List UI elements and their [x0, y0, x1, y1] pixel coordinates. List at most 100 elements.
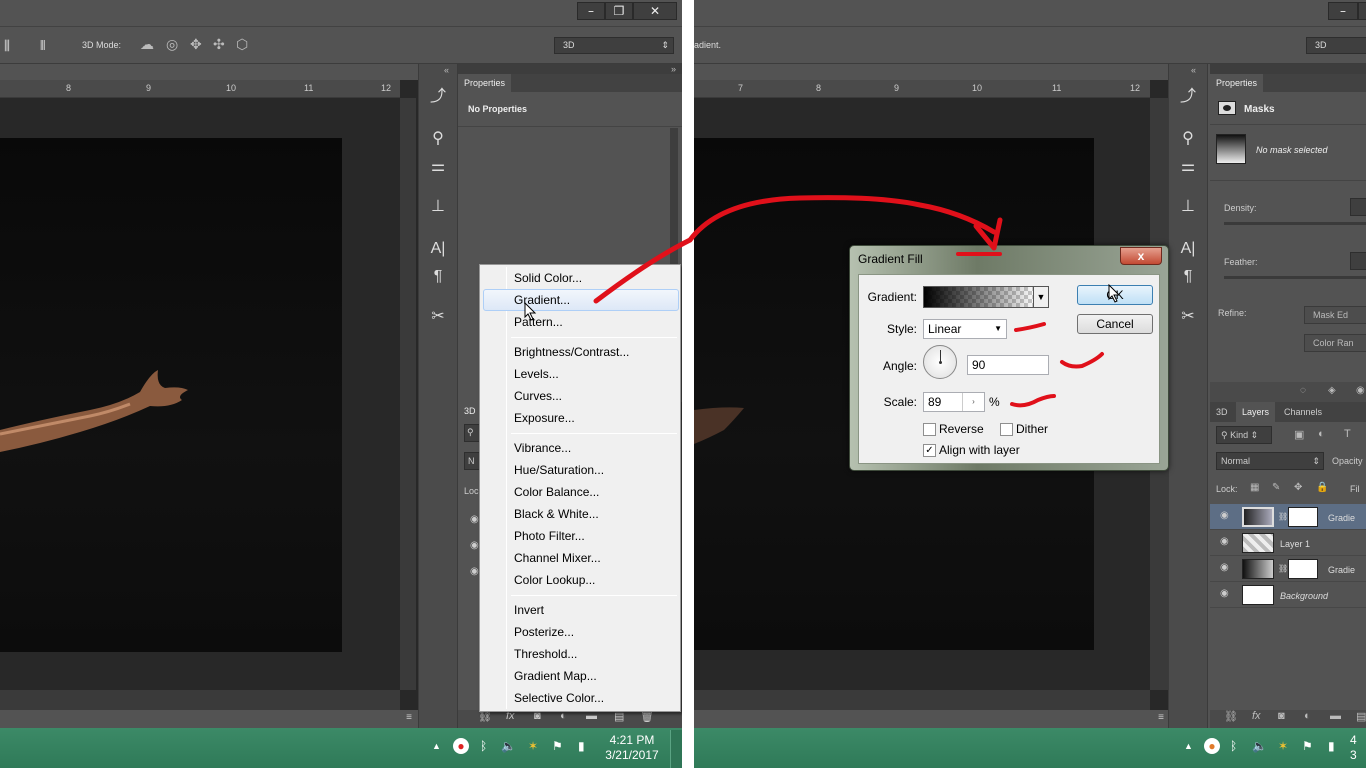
menu-item-curves[interactable]: Curves...	[483, 385, 679, 407]
layer-mask-thumbnail[interactable]	[1288, 559, 1318, 579]
load-selection-icon[interactable]: ◌	[1300, 385, 1306, 396]
visibility-icon[interactable]: ◉	[1356, 385, 1365, 396]
lock-all-icon[interactable]: 🔒	[1316, 482, 1328, 493]
system-clock[interactable]: 4 3	[1350, 733, 1366, 763]
tab-properties[interactable]: Properties	[458, 74, 512, 92]
scale-input[interactable]: 89 ›	[923, 392, 985, 412]
align-icon[interactable]: ⫼	[4, 38, 10, 54]
link-icon[interactable]: ⛓	[1224, 710, 1238, 723]
adjustment-layer-icon[interactable]: ◐	[1304, 710, 1311, 722]
scale-3d-icon[interactable]: ⬡	[236, 36, 248, 53]
pan-3d-icon[interactable]: ✥	[190, 36, 202, 53]
battery-icon[interactable]: ▮	[578, 739, 585, 753]
reverse-checkbox[interactable]	[923, 423, 936, 436]
color-range-button[interactable]: Color Ran	[1304, 334, 1366, 352]
brush-icon[interactable]: ⚲	[1175, 128, 1201, 150]
cancel-button[interactable]: Cancel	[1077, 314, 1153, 334]
minimize-icon[interactable]: –	[1328, 2, 1358, 20]
density-slider[interactable]	[1224, 222, 1366, 225]
horizontal-scrollbar[interactable]	[694, 690, 1150, 710]
eye-icon[interactable]: ◉	[470, 566, 479, 577]
angle-dial[interactable]	[923, 345, 957, 379]
restore-icon[interactable]: ❐	[1358, 2, 1366, 20]
roll-3d-icon[interactable]: ◎	[166, 36, 178, 53]
menu-item-hue-saturation[interactable]: Hue/Saturation...	[483, 459, 679, 481]
chevron-down-icon[interactable]: ▼	[1033, 287, 1048, 307]
clone-source-icon[interactable]: ⊥	[425, 196, 451, 218]
menu-item-color-balance[interactable]: Color Balance...	[483, 481, 679, 503]
tab-3d[interactable]: 3D	[458, 402, 482, 420]
volume-icon[interactable]: 🔈	[1252, 739, 1267, 753]
close-icon[interactable]: x	[1120, 247, 1162, 265]
paragraph-icon[interactable]: ¶	[1175, 266, 1201, 288]
vertical-scrollbar[interactable]	[400, 98, 416, 690]
eye-icon[interactable]: ◉	[1220, 510, 1229, 521]
show-desktop-button[interactable]	[670, 730, 682, 768]
layer-name[interactable]: Gradie	[1328, 565, 1355, 575]
slide-3d-icon[interactable]: ✣	[213, 36, 225, 53]
action-center-flag-icon[interactable]: ⚑	[1302, 739, 1313, 753]
clone-source-icon[interactable]: ⊥	[1175, 196, 1201, 218]
lock-position-icon[interactable]: ✥	[1294, 482, 1302, 493]
menu-item-exposure[interactable]: Exposure...	[483, 407, 679, 429]
align-with-layer-checkbox[interactable]: ✓	[923, 444, 936, 457]
bluetooth-icon[interactable]: ᛒ	[480, 739, 487, 753]
mask-icon[interactable]: ◙	[1278, 710, 1285, 722]
layer-row[interactable]: ◉ Layer 1	[1210, 530, 1366, 556]
horizontal-scrollbar[interactable]	[0, 690, 400, 710]
adjustment-filter-icon[interactable]: ◐	[1318, 428, 1325, 440]
menu-item-gradient-map[interactable]: Gradient Map...	[483, 665, 679, 687]
chain-link-icon[interactable]: ⛓	[1278, 512, 1288, 521]
scale-slider-toggle[interactable]: ›	[962, 393, 984, 411]
record-icon[interactable]: ●	[1204, 738, 1220, 754]
layer-mask-thumbnail[interactable]	[1288, 507, 1318, 527]
filter-kind-select[interactable]: ⚲ Kind ⇕	[1216, 426, 1272, 444]
history-icon[interactable]: ⤴	[1175, 86, 1201, 108]
tools-icon[interactable]: ✂	[425, 306, 451, 328]
new-layer-icon[interactable]: ▤	[1356, 710, 1366, 723]
tab-layers[interactable]: Layers	[1236, 402, 1276, 422]
3d-workspace-select[interactable]: 3D	[1306, 37, 1366, 54]
fx-icon[interactable]: fx	[1252, 710, 1261, 722]
distribute-icon[interactable]: ⫴	[40, 38, 45, 54]
system-clock[interactable]: 4:21 PM 3/21/2017	[596, 733, 668, 763]
minimize-icon[interactable]: –	[577, 2, 605, 20]
layer-name[interactable]: Layer 1	[1280, 539, 1310, 549]
menu-item-black-white[interactable]: Black & White...	[483, 503, 679, 525]
eye-icon[interactable]: ◉	[1220, 588, 1229, 599]
menu-item-pattern[interactable]: Pattern...	[483, 311, 679, 333]
menu-item-invert[interactable]: Invert	[483, 599, 679, 621]
gradient-picker[interactable]	[923, 286, 1049, 308]
lock-transparency-icon[interactable]: ▦	[1250, 482, 1259, 493]
show-hidden-icons-icon[interactable]: ▲	[432, 741, 441, 751]
character-icon[interactable]: A|	[1175, 238, 1201, 260]
eye-icon[interactable]: ◉	[470, 540, 479, 551]
character-icon[interactable]: A|	[425, 238, 451, 260]
battery-icon[interactable]: ▮	[1328, 739, 1335, 753]
menu-item-channel-mixer[interactable]: Channel Mixer...	[483, 547, 679, 569]
feather-slider[interactable]	[1224, 276, 1366, 279]
tab-properties[interactable]: Properties	[1210, 74, 1264, 92]
brush-icon[interactable]: ⚲	[425, 128, 451, 150]
history-icon[interactable]: ⤴	[425, 86, 451, 108]
paragraph-icon[interactable]: ¶	[425, 266, 451, 288]
folder-icon[interactable]: ▬	[1330, 710, 1341, 722]
restore-icon[interactable]: ❐	[605, 2, 633, 20]
tab-3d[interactable]: 3D	[1210, 402, 1234, 420]
layer-name[interactable]: Background	[1280, 591, 1328, 601]
menu-item-brightness-contrast[interactable]: Brightness/Contrast...	[483, 341, 679, 363]
action-center-flag-icon[interactable]: ⚑	[552, 739, 563, 753]
menu-item-threshold[interactable]: Threshold...	[483, 643, 679, 665]
adjustments-icon[interactable]: ⚌	[1175, 156, 1201, 178]
menu-item-photo-filter[interactable]: Photo Filter...	[483, 525, 679, 547]
adjustments-icon[interactable]: ⚌	[425, 156, 451, 178]
collapse-icon[interactable]: «	[444, 65, 449, 75]
menu-item-selective-color[interactable]: Selective Color...	[483, 687, 679, 709]
close-icon[interactable]: ✕	[633, 2, 677, 20]
show-hidden-icons-icon[interactable]: ▲	[1184, 741, 1193, 751]
mask-thumbnail[interactable]	[1216, 134, 1246, 164]
apply-mask-icon[interactable]: ◈	[1328, 385, 1336, 396]
layer-row[interactable]: ◉ ⛓ Gradie	[1210, 556, 1366, 582]
layer-row[interactable]: ◉ ⛓ Gradie	[1210, 504, 1366, 530]
chain-link-icon[interactable]: ⛓	[1278, 564, 1288, 573]
